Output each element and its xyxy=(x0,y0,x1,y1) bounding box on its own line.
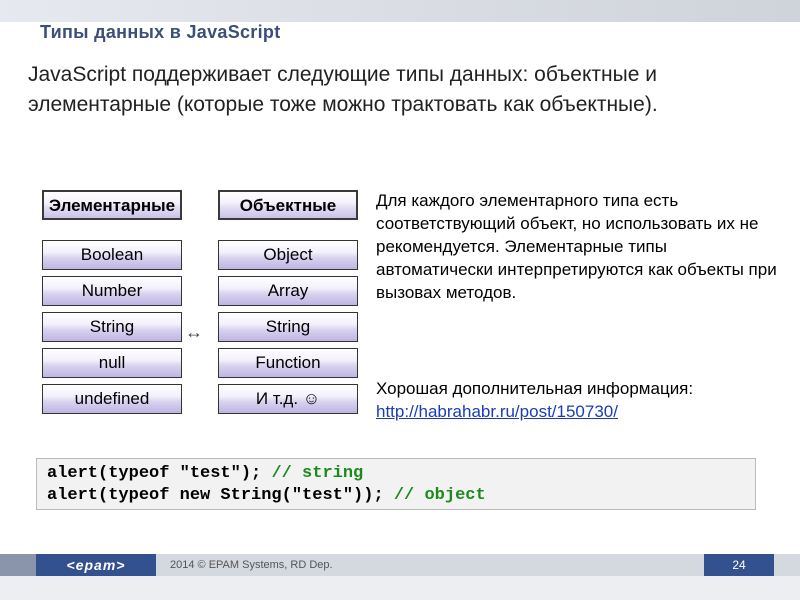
code-line2: alert(typeof new String("test")); xyxy=(47,486,394,505)
type-boolean: Boolean xyxy=(42,240,182,270)
slide-title: Типы данных в JavaScript xyxy=(40,22,281,43)
footer-stripe-left xyxy=(0,554,36,576)
column-object: Объектные Object Array String Function И… xyxy=(218,190,358,420)
column-elementary: Элементарные Boolean Number String null … xyxy=(42,190,182,420)
habrahabr-link[interactable]: http://habrahabr.ru/post/150730/ xyxy=(376,402,618,421)
type-number: Number xyxy=(42,276,182,306)
footer-credit: 2014 © EPAM Systems, RD Dep. xyxy=(156,554,704,576)
type-function: Function xyxy=(218,348,358,378)
additional-info: Хорошая дополнительная информация: http:… xyxy=(376,378,778,424)
header-elementary: Элементарные xyxy=(42,190,182,220)
footer-stripe-right xyxy=(774,554,800,576)
code-line1: alert(typeof "test"); xyxy=(47,464,271,483)
footer: <epam> 2014 © EPAM Systems, RD Dep. 24 xyxy=(0,554,800,576)
type-undefined: undefined xyxy=(42,384,182,414)
type-etc: И т.д. ☺ xyxy=(218,384,358,414)
type-string-elem: String xyxy=(42,312,182,342)
type-object: Object xyxy=(218,240,358,270)
additional-info-label: Хорошая дополнительная информация: xyxy=(376,379,693,398)
code-comment2: // object xyxy=(394,486,486,505)
code-block: alert(typeof "test"); // string alert(ty… xyxy=(36,458,756,510)
slide: Типы данных в JavaScript JavaScript подд… xyxy=(0,0,800,600)
type-null: null xyxy=(42,348,182,378)
code-comment1: // string xyxy=(271,464,363,483)
type-array: Array xyxy=(218,276,358,306)
right-paragraph: Для каждого элементарного типа есть соот… xyxy=(376,190,778,305)
footer-logo: <epam> xyxy=(36,554,156,576)
bottom-bar xyxy=(0,576,800,600)
bidirectional-arrow-icon: ↔ xyxy=(185,322,203,343)
intro-text: JavaScript поддерживает следующие типы д… xyxy=(28,60,772,120)
top-stripe xyxy=(0,0,800,22)
header-object: Объектные xyxy=(218,190,358,220)
page-number: 24 xyxy=(704,554,774,576)
type-string-obj: String xyxy=(218,312,358,342)
